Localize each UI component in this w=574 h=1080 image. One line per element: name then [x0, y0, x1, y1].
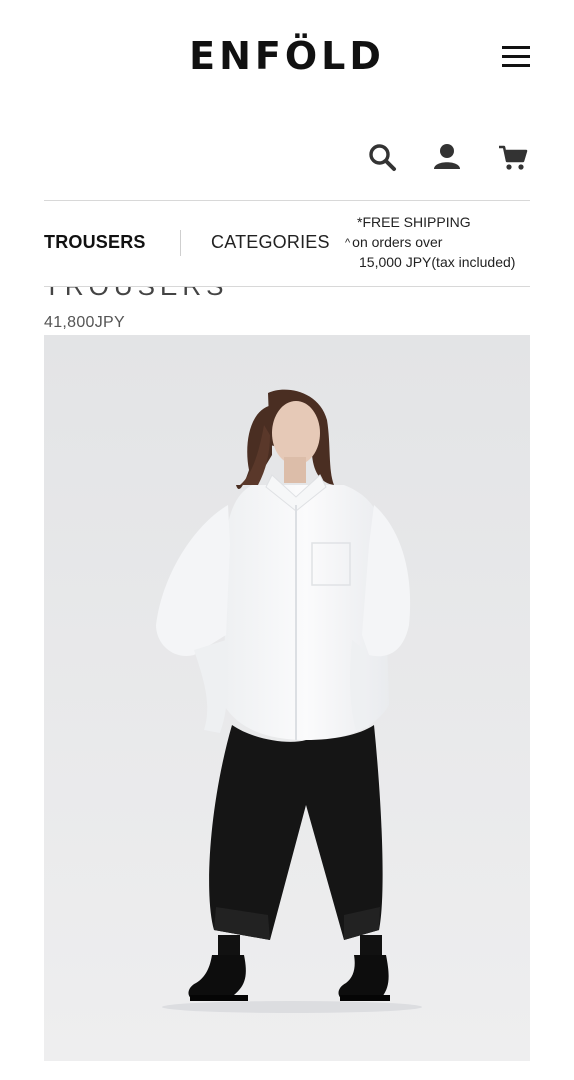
nav-divider: [180, 230, 181, 256]
menu-icon[interactable]: [502, 46, 530, 68]
cart-icon[interactable]: [498, 142, 528, 172]
page: ENFÖLD TROUSERS CATEGORIES *FREE SHIPPIN…: [0, 0, 574, 1080]
categories-link[interactable]: CATEGORIES: [211, 232, 330, 253]
shipping-line-2: on orders over: [352, 233, 443, 250]
nav-top-divider: [44, 200, 530, 201]
product-price: 41,800JPY: [44, 314, 125, 331]
chevron-up-icon[interactable]: ^: [345, 234, 350, 254]
brand-logo[interactable]: ENFÖLD: [0, 34, 574, 78]
breadcrumb-current: TROUSERS: [44, 232, 146, 252]
shipping-line-3: 15,000 JPY(tax included): [359, 254, 516, 270]
account-icon[interactable]: [432, 142, 462, 172]
search-icon[interactable]: [367, 142, 397, 172]
product-image[interactable]: [44, 335, 530, 1061]
free-shipping-notice: *FREE SHIPPING ^ on orders over 15,000 JP…: [345, 213, 535, 273]
product-title: TROUSERS: [44, 287, 344, 297]
shipping-line-1: *FREE SHIPPING: [357, 214, 471, 230]
